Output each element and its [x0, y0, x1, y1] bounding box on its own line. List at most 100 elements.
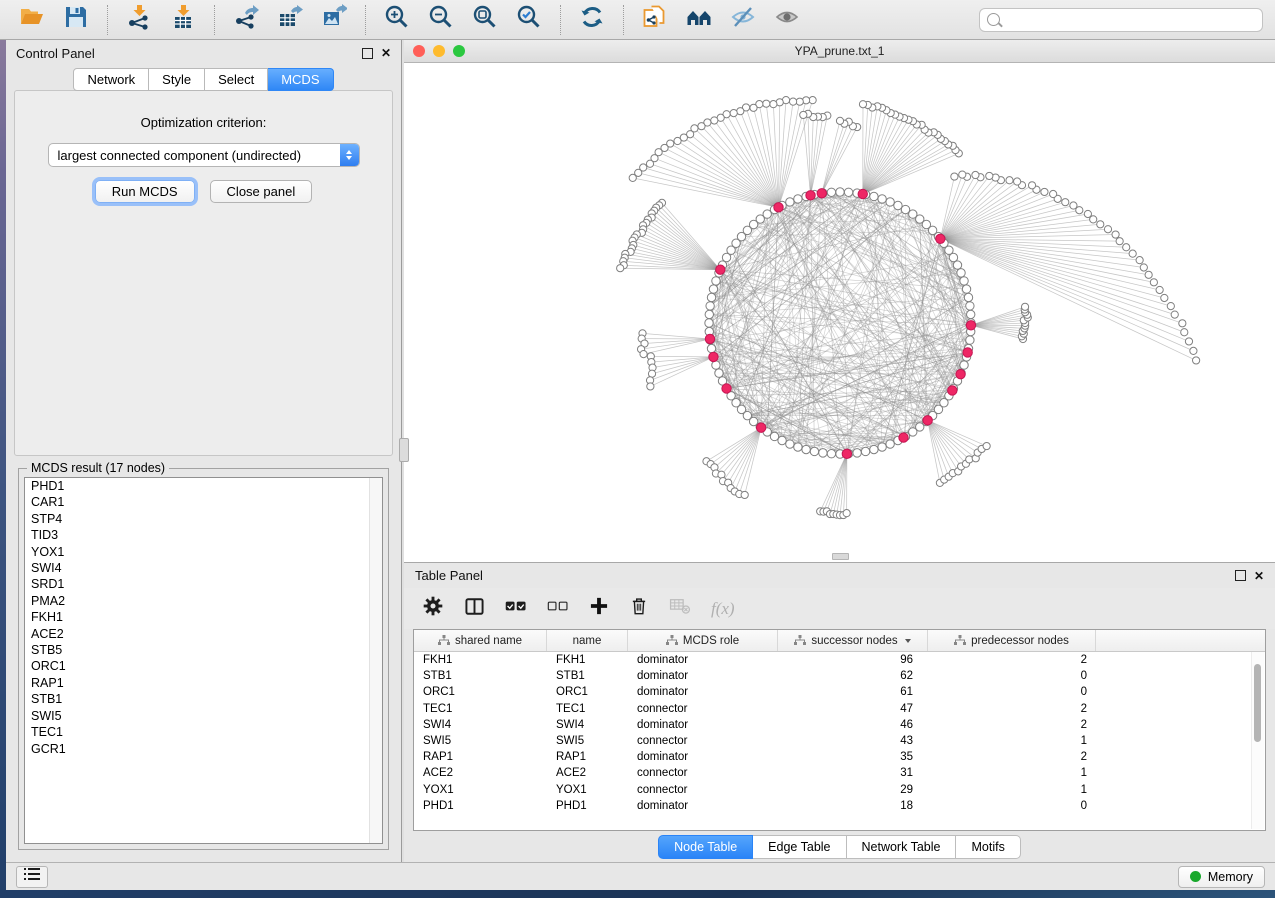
table-row[interactable]: ACE2ACE2connector311	[414, 765, 1265, 781]
import-network-button[interactable]	[119, 4, 159, 36]
tab-motifs[interactable]: Motifs	[956, 835, 1020, 859]
close-panel-icon[interactable]: ✕	[381, 47, 391, 59]
table-row[interactable]: RAP1RAP1dominator352	[414, 749, 1265, 765]
search-input[interactable]	[1005, 12, 1255, 28]
zoom-out-button[interactable]	[421, 4, 461, 36]
table-settings-button[interactable]	[422, 595, 444, 622]
tab-edge-table[interactable]: Edge Table	[753, 835, 846, 859]
task-history-button[interactable]	[16, 866, 48, 888]
export-network-button[interactable]	[226, 4, 266, 36]
tab-select[interactable]: Select	[205, 68, 268, 91]
mcds-result-item[interactable]: GCR1	[25, 741, 382, 757]
tab-network-table[interactable]: Network Table	[847, 835, 957, 859]
table-row[interactable]: SWI4SWI4dominator462	[414, 717, 1265, 733]
table-cell: 1	[928, 767, 1096, 779]
table-row[interactable]: PHD1PHD1dominator180	[414, 798, 1265, 814]
criterion-dropdown[interactable]: largest connected component (undirected)	[48, 143, 360, 167]
column-header-mcds-role[interactable]: MCDS role	[628, 630, 778, 651]
table-cell: 61	[778, 686, 928, 698]
save-session-button[interactable]	[56, 4, 96, 36]
export-image-button[interactable]	[314, 4, 354, 36]
control-panel-tabs: NetworkStyleSelectMCDS	[6, 68, 401, 91]
table-cell: 46	[778, 719, 928, 731]
mcds-result-item[interactable]: STB1	[25, 691, 382, 707]
network-canvas[interactable]	[404, 63, 1275, 562]
table-row[interactable]: SWI5SWI5connector431	[414, 733, 1265, 749]
table-cell: 2	[928, 751, 1096, 763]
column-header-successor-nodes[interactable]: successor nodes	[778, 630, 928, 651]
table-cell: STB1	[547, 670, 628, 682]
table-cell: ORC1	[547, 686, 628, 698]
import-table-button[interactable]	[163, 4, 203, 36]
tab-node-table[interactable]: Node Table	[658, 835, 753, 859]
mcds-result-item[interactable]: ACE2	[25, 626, 382, 642]
mcds-result-item[interactable]: CAR1	[25, 494, 382, 510]
toggle-columns-button[interactable]	[464, 596, 485, 622]
table-row[interactable]: YOX1YOX1connector291	[414, 782, 1265, 798]
vertical-splitter-handle[interactable]	[399, 438, 409, 462]
tab-network[interactable]: Network	[73, 68, 149, 91]
mcds-result-item[interactable]: ORC1	[25, 658, 382, 674]
control-panel-title: Control Panel	[16, 46, 95, 61]
mcds-result-item[interactable]: YOX1	[25, 544, 382, 560]
duplicate-network-button[interactable]	[635, 4, 675, 36]
float-panel-icon[interactable]	[362, 48, 373, 59]
mcds-result-item[interactable]: STB5	[25, 642, 382, 658]
zoom-selected-button[interactable]	[509, 4, 549, 36]
criterion-value: largest connected component (undirected)	[49, 148, 340, 163]
show-eye-icon	[774, 4, 800, 35]
tab-mcds[interactable]: MCDS	[268, 68, 333, 91]
mcds-result-item[interactable]: SRD1	[25, 576, 382, 592]
open-session-button[interactable]	[12, 4, 52, 36]
column-type-icon	[438, 635, 450, 646]
first-neighbors-button[interactable]	[679, 4, 719, 36]
zoom-in-button[interactable]	[377, 4, 417, 36]
dropdown-stepper-icon	[340, 144, 359, 166]
zoom-fit-button[interactable]	[465, 4, 505, 36]
mcds-result-item[interactable]: FKH1	[25, 609, 382, 625]
run-mcds-button[interactable]: Run MCDS	[95, 180, 195, 203]
mcds-result-item[interactable]: STP4	[25, 511, 382, 527]
table-row[interactable]: STB1STB1dominator620	[414, 668, 1265, 684]
float-table-panel-icon[interactable]	[1235, 570, 1246, 581]
column-label: shared name	[455, 635, 522, 647]
network-graph[interactable]	[404, 63, 1273, 562]
mcds-result-item[interactable]: SWI5	[25, 708, 382, 724]
result-list-scrollbar[interactable]	[369, 478, 382, 843]
table-row[interactable]: TEC1TEC1connector472	[414, 701, 1265, 717]
mcds-result-list[interactable]: PHD1CAR1STP4TID3YOX1SWI4SRD1PMA2FKH1ACE2…	[24, 477, 383, 844]
show-all-button[interactable]	[767, 4, 807, 36]
table-row[interactable]: ORC1ORC1dominator610	[414, 684, 1265, 700]
table-cell: 1	[928, 784, 1096, 796]
table-row[interactable]: FKH1FKH1dominator962	[414, 652, 1265, 668]
close-panel-button[interactable]: Close panel	[210, 180, 313, 203]
memory-button[interactable]: Memory	[1178, 866, 1265, 888]
close-table-panel-icon[interactable]: ✕	[1254, 570, 1264, 582]
column-header-name[interactable]: name	[547, 630, 628, 651]
deselect-all-button[interactable]	[547, 598, 569, 619]
delete-column-button[interactable]	[629, 596, 649, 621]
export-table-button[interactable]	[270, 4, 310, 36]
mcds-result-item[interactable]: RAP1	[25, 675, 382, 691]
column-type-icon	[794, 635, 806, 646]
table-scrollbar[interactable]	[1251, 652, 1264, 829]
table-scrollbar-thumb[interactable]	[1254, 664, 1261, 742]
network-title: YPA_prune.txt_1	[404, 44, 1275, 58]
tab-style[interactable]: Style	[149, 68, 205, 91]
select-all-button[interactable]	[505, 598, 527, 619]
mcds-result-item[interactable]: SWI4	[25, 560, 382, 576]
mcds-result-item[interactable]: TID3	[25, 527, 382, 543]
column-header-shared-name[interactable]: shared name	[414, 630, 547, 651]
horizontal-splitter-handle[interactable]	[832, 553, 849, 560]
column-header-predecessor-nodes[interactable]: predecessor nodes	[928, 630, 1096, 651]
hide-eye-icon	[730, 4, 756, 35]
refresh-button[interactable]	[572, 4, 612, 36]
hide-selected-button[interactable]	[723, 4, 763, 36]
mcds-result-item[interactable]: PHD1	[25, 478, 382, 494]
create-column-button[interactable]	[589, 596, 609, 621]
table-tabs: Node TableEdge TableNetwork TableMotifs	[404, 831, 1275, 862]
zoom-out-icon	[428, 4, 454, 35]
mcds-result-item[interactable]: PMA2	[25, 593, 382, 609]
mcds-result-item[interactable]: TEC1	[25, 724, 382, 740]
table-cell: 2	[928, 654, 1096, 666]
